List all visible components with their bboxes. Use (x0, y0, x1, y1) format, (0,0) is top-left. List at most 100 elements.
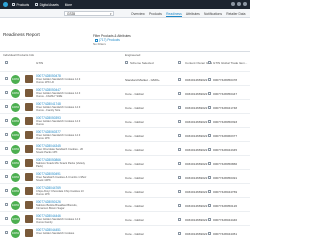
product-thumbnail[interactable] (25, 75, 33, 83)
gtin-column-checkbox[interactable] (208, 61, 211, 64)
owner-cell-checkbox[interactable] (178, 147, 181, 151)
gtin-global-value: 00077428050393 (213, 119, 238, 124)
product-thumbnail[interactable] (25, 159, 33, 167)
row-checkbox[interactable] (5, 105, 8, 108)
header-engineered: Engineered (125, 53, 141, 57)
row-checkbox[interactable] (5, 231, 8, 234)
owner-cell-checkbox[interactable] (178, 189, 181, 193)
header-gtin-global[interactable]: GTIN Global Trade Item... (213, 61, 247, 65)
gtin-cell-checkbox[interactable] (208, 77, 211, 81)
owner-cell-checkbox[interactable] (178, 91, 181, 95)
owner-cell-checkbox[interactable] (178, 175, 181, 179)
nav-products[interactable]: Products (12, 3, 29, 7)
product-description: Oreo Chocolate Sandwich Cookies - 20 Sna… (36, 147, 84, 154)
product-thumbnail[interactable] (25, 131, 33, 139)
tab-readiness[interactable]: Readiness (166, 12, 182, 17)
catalog-select[interactable]: GS35 ▾ (64, 10, 114, 16)
owner-cell-checkbox[interactable] (178, 119, 181, 123)
chevron-down-icon: ▾ (109, 11, 112, 16)
owner-cell-checkbox[interactable] (178, 77, 181, 81)
table-row[interactable]: 100% 00077428044345 Oreo Chocolate Sandwic… (0, 141, 250, 155)
product-thumbnail[interactable] (25, 229, 33, 237)
row-checkbox[interactable] (5, 133, 8, 136)
product-thumbnail[interactable] (25, 173, 33, 181)
nav-digital-assets[interactable]: Digital Assets (35, 3, 59, 7)
row-checkbox[interactable] (5, 147, 8, 150)
owner-cell-checkbox[interactable] (178, 231, 181, 235)
readiness-badge: 100% (11, 172, 20, 182)
schema-selected-value: Core - Global (125, 203, 144, 208)
tab-attributes[interactable]: Attributes (186, 12, 200, 17)
tab-notifications[interactable]: Notifications (204, 12, 222, 17)
product-thumbnail[interactable] (25, 215, 33, 223)
schema-column-checkbox[interactable] (125, 61, 128, 64)
content-owner-value: 0034014669022 (185, 231, 208, 236)
row-checkbox[interactable] (5, 203, 8, 206)
table-row[interactable]: 100% 00077428050866 Nabisco Snack Mix Snac… (0, 155, 250, 169)
gtin-global-value: 00077428050447 (213, 91, 238, 96)
row-checkbox[interactable] (5, 189, 8, 192)
gtin-cell-checkbox[interactable] (208, 175, 211, 179)
user-avatar-icon[interactable] (243, 2, 247, 6)
gtin-cell-checkbox[interactable] (208, 189, 211, 193)
table-row[interactable]: 100% 00077428050126 Nabisco Belvita Breakf… (0, 197, 250, 211)
gtin-global-value: 00077428044769 (213, 189, 238, 194)
gtin-cell-checkbox[interactable] (208, 161, 211, 165)
nav-more[interactable]: More (65, 3, 72, 7)
table-row[interactable]: 100% 00077428044451 Oreo Golden Sandwich C… (0, 225, 250, 239)
product-description: Oreo Golden Sandwich Cookies (36, 231, 75, 235)
gtin-cell-checkbox[interactable] (208, 217, 211, 221)
table-row[interactable]: 100% 00077428050393 Oreo Golden Sandwich C… (0, 113, 250, 127)
readiness-badge: 100% (11, 144, 20, 154)
product-thumbnail[interactable] (25, 89, 33, 97)
table-row[interactable]: 100% 00077428044769 Chips Ahoy! Chocolate … (0, 183, 250, 197)
gtin-cell-checkbox[interactable] (208, 203, 211, 207)
gtin-cell-checkbox[interactable] (208, 133, 211, 137)
gtin-cell-checkbox[interactable] (208, 147, 211, 151)
table-row[interactable]: 100% 00077428044446 Oreo Golden Sandwich C… (0, 211, 250, 225)
owner-column-checkbox[interactable] (178, 61, 181, 64)
table-row[interactable]: 100% 00077428041748 Oreo Golden Sandwich C… (0, 99, 250, 113)
product-thumbnail[interactable] (25, 201, 33, 209)
gtin-global-value: 00077428044451 (213, 231, 238, 236)
owner-cell-checkbox[interactable] (178, 217, 181, 221)
schema-selected-value: Core - Global (125, 105, 144, 110)
gtin-cell-checkbox[interactable] (208, 231, 211, 235)
tab-products[interactable]: Products (149, 12, 162, 17)
readiness-badge: 100% (11, 116, 20, 126)
row-checkbox[interactable] (5, 175, 8, 178)
product-description: Oreo Golden Sandwich Cookies 14.3 Ounce … (36, 77, 81, 84)
gtin-cell-checkbox[interactable] (208, 105, 211, 109)
image-icon (35, 3, 39, 6)
row-checkbox[interactable] (5, 217, 8, 220)
owner-cell-checkbox[interactable] (178, 161, 181, 165)
owner-cell-checkbox[interactable] (178, 133, 181, 137)
gtin-cell-checkbox[interactable] (208, 91, 211, 95)
product-thumbnail[interactable] (25, 117, 33, 125)
help-icon[interactable] (237, 2, 241, 6)
notifications-icon[interactable] (231, 2, 235, 6)
readiness-badge: 100% (11, 130, 20, 140)
header-gtin[interactable]: GTIN (36, 61, 43, 65)
row-checkbox[interactable] (5, 77, 8, 80)
table-row[interactable]: 100% 00077428060377 Oreo Golden Sandwich C… (0, 127, 250, 141)
tab-retailer-data[interactable]: Retailer Data (226, 12, 245, 17)
product-thumbnail[interactable] (25, 103, 33, 111)
select-all-checkbox[interactable] (5, 61, 8, 64)
product-thumbnail[interactable] (25, 187, 33, 195)
owner-cell-checkbox[interactable] (178, 203, 181, 207)
table-row[interactable]: 100% 00077428050478 Oreo Golden Sandwich C… (0, 71, 250, 85)
header-schema-selected[interactable]: Scheme Selected (130, 61, 154, 65)
readiness-badge: 100% (11, 214, 20, 224)
product-thumbnail[interactable] (25, 145, 33, 153)
row-checkbox[interactable] (5, 119, 8, 122)
tab-overview[interactable]: Overview (131, 12, 145, 17)
app-logo-icon[interactable] (3, 2, 8, 7)
row-checkbox[interactable] (5, 91, 8, 94)
gtin-cell-checkbox[interactable] (208, 119, 211, 123)
table-row[interactable]: 100% 00077428050491 Oreo Sandwich Cookies … (0, 169, 250, 183)
gtin-global-value: 00077428041748 (213, 105, 238, 110)
row-checkbox[interactable] (5, 161, 8, 164)
owner-cell-checkbox[interactable] (178, 105, 181, 109)
table-row[interactable]: 100% 00077428050447 Oreo Golden Sandwich C… (0, 85, 250, 99)
